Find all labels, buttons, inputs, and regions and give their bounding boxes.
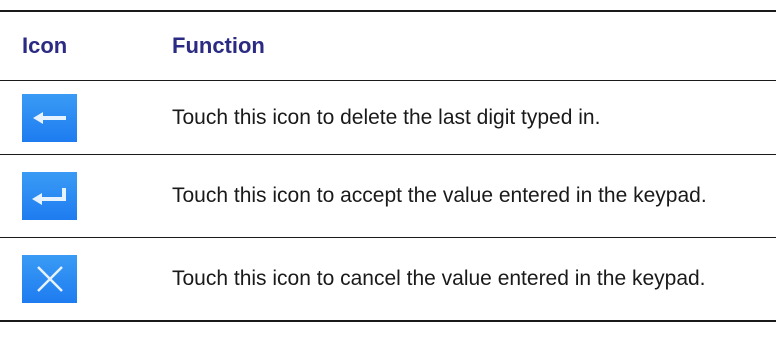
table-row: Touch this icon to accept the value ente… <box>0 155 776 237</box>
table-header-row: Icon Function <box>0 12 776 80</box>
icon-function-table: Icon Function Touch this icon to delete … <box>0 10 776 322</box>
cancel-x-icon <box>22 255 77 303</box>
function-column-header: Function <box>172 33 265 58</box>
row-function-text: Touch this icon to cancel the value ente… <box>172 267 706 290</box>
table-bottom-rule <box>0 320 776 322</box>
row-function-text: Touch this icon to delete the last digit… <box>172 105 601 129</box>
row-function-text: Touch this icon to accept the value ente… <box>172 184 707 207</box>
icon-column-header: Icon <box>22 33 68 58</box>
backspace-arrow-icon <box>22 93 77 142</box>
table-row: Touch this icon to cancel the value ente… <box>0 238 776 320</box>
table-row: Touch this icon to delete the last digit… <box>0 81 776 154</box>
enter-return-icon <box>22 172 77 220</box>
